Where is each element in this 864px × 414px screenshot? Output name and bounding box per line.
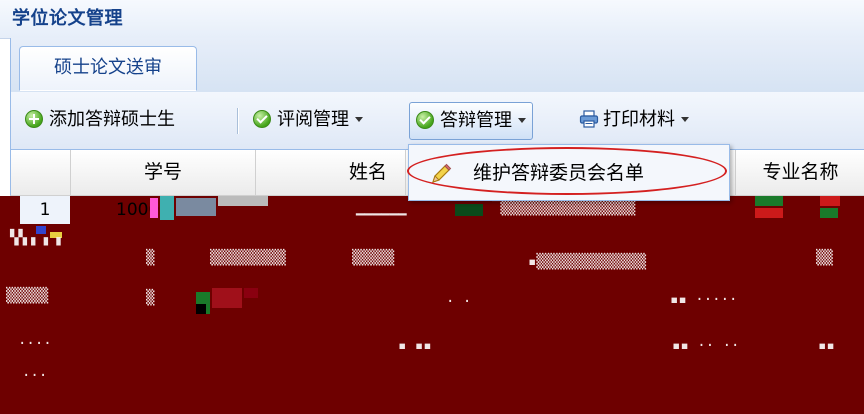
render-artifact [160,196,174,220]
render-artifact: ▒▒▒▒▒▒▒▒▒ [210,250,286,266]
defense-management-label: 答辩管理 [440,110,512,131]
render-artifact [150,198,158,218]
defense-management-button[interactable]: 答辩管理 [409,102,533,140]
defense-management-menu: 维护答辩委员会名单 [408,144,730,201]
printer-icon [579,110,599,128]
render-artifact: ▁▁▁▁▁▁ [356,200,407,216]
app-window: 学位论文管理 硕士论文送审 添加答辩硕士生 评阅管理 答辩管理 打印材料 学号 … [0,0,864,414]
chevron-down-icon [355,117,363,122]
title-bar: 学位论文管理 [0,0,864,39]
pencil-icon [432,163,452,183]
add-defense-student-button[interactable]: 添加答辩硕士生 [19,102,181,140]
render-artifact [755,208,783,218]
row-number: 1 [20,196,70,224]
render-artifact [196,304,206,314]
toolbar-separator [237,108,239,134]
render-artifact: ▪▪ ·· ·· [672,338,740,354]
render-artifact: ▪▪ ····· [670,292,738,308]
tab-strip: 硕士论文送审 [10,38,864,93]
render-artifact [820,208,838,218]
column-header-student-id[interactable]: 学号 [71,150,256,195]
grid-body: 1 1000 ▚▚▗ ▖▗ ▒ ▒▒▒▒▒▒▒▒▒ ▒▒▒▒▒ ▪▒▒▒▒▒▒▒… [0,196,864,414]
review-management-label: 评阅管理 [277,109,349,130]
render-artifact: ··· [22,368,48,384]
render-artifact: ▒▒▒▒▒ [6,288,49,304]
render-artifact: ▪▒▒▒▒▒▒▒▒▒▒▒▒▒ [528,254,647,270]
chevron-down-icon [518,118,526,123]
chevron-down-icon [681,117,689,122]
render-artifact [212,288,242,308]
render-artifact [176,198,216,216]
column-header-major[interactable]: 专业名称 [736,150,864,195]
add-defense-student-label: 添加答辩硕士生 [49,109,175,130]
render-artifact: ▪▪ [818,338,835,354]
column-header-name[interactable]: 姓名 [256,150,406,195]
render-artifact: · · [446,294,472,310]
render-artifact: ▒ [146,250,155,266]
render-artifact [218,196,268,206]
render-artifact: ▚▚▗ ▖▗ [10,230,61,246]
render-artifact: ▔▒▒▒▒▒▒▒▒▒▒▒▒▒▒▒▒ [492,200,636,216]
column-header-rownum [11,150,71,195]
render-artifact: ▒▒▒▒▒ [352,250,395,266]
check-circle-icon [253,110,271,128]
menu-item-label: 维护答辩委员会名单 [473,162,645,184]
render-artifact: ···· [18,336,52,352]
window-title: 学位论文管理 [12,8,123,29]
print-materials-button[interactable]: 打印材料 [573,102,695,140]
render-artifact: ▪ ▪▪ [398,338,432,354]
print-materials-label: 打印材料 [603,109,675,130]
render-artifact [244,288,258,298]
render-artifact: ▒▒ [816,250,833,266]
menu-item-maintain-committee-list[interactable]: 维护答辩委员会名单 [413,151,725,195]
toolbar: 添加答辩硕士生 评阅管理 答辩管理 打印材料 [10,92,864,150]
render-artifact [455,204,483,216]
review-management-button[interactable]: 评阅管理 [247,102,369,140]
add-icon [25,110,43,128]
render-artifact [820,196,840,206]
check-circle-icon [416,111,434,129]
render-artifact: ▒ [146,290,155,306]
render-artifact [755,196,783,206]
tab-thesis-review[interactable]: 硕士论文送审 [19,46,197,91]
